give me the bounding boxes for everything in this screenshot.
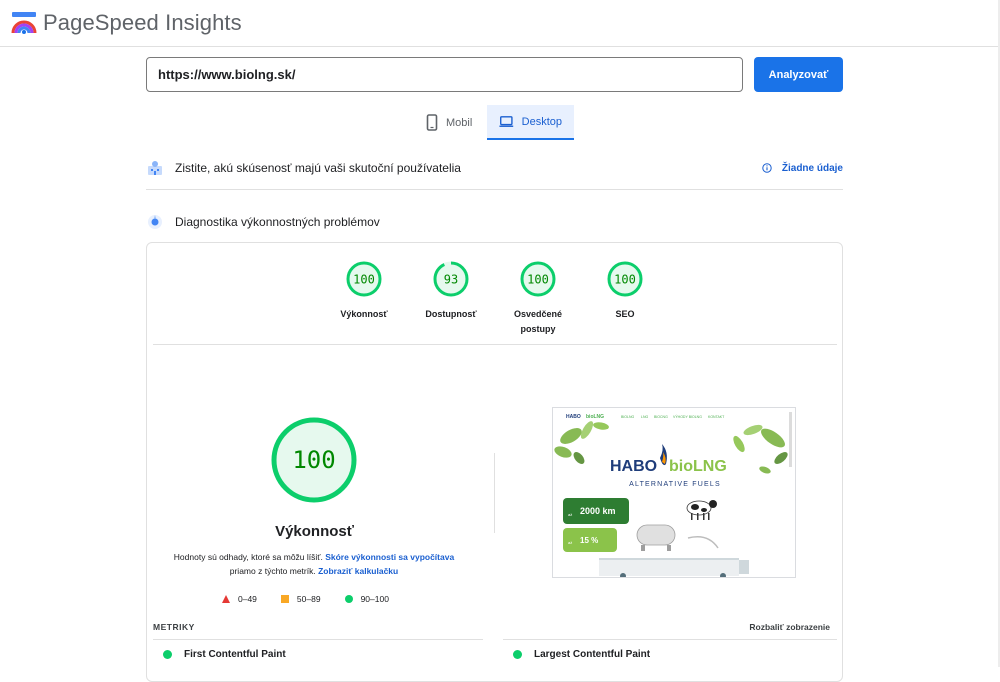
- score-gauge-seo[interactable]: 100 SEO: [580, 260, 670, 322]
- score-ring: 100: [346, 261, 382, 297]
- truck-illustration: [599, 558, 749, 577]
- legend-item-good: 90–100: [344, 594, 389, 604]
- pass-circle-icon: [513, 650, 522, 659]
- metric-fcp[interactable]: First Contentful Paint: [163, 649, 286, 660]
- site-nav-item: KONTAKT: [708, 415, 725, 419]
- pass-circle-icon: [344, 595, 353, 603]
- badge-prefix: až: [568, 540, 572, 545]
- score-ring: 100: [520, 261, 556, 297]
- badge-distance: 2000 km: [580, 506, 616, 516]
- site-hero-brand-left: HABO: [610, 458, 657, 475]
- url-input[interactable]: [146, 57, 743, 92]
- site-hero-brand-right: bioLNG: [669, 458, 727, 475]
- metrics-divider-left: [153, 639, 483, 640]
- performance-score-value: 100: [292, 446, 335, 474]
- score-legend: 0–49 50–89 90–100: [222, 594, 422, 604]
- score-gauge-best-practices[interactable]: 100 Osvedčené postupy: [493, 260, 583, 337]
- metric-label: Largest Contentful Paint: [534, 649, 651, 660]
- pagespeed-logo-icon[interactable]: [11, 11, 37, 35]
- tab-desktop-label: Desktop: [521, 115, 562, 128]
- legend-range: 0–49: [238, 594, 257, 604]
- legend-item-poor: 0–49: [222, 594, 257, 604]
- score-value: 100: [353, 273, 375, 287]
- score-label: Osvedčené postupy: [513, 309, 563, 334]
- metrics-heading: METRIKY: [153, 622, 195, 632]
- real-users-heading: Zistite, akú skúsenosť majú vaši skutočn…: [175, 161, 461, 175]
- tab-mobile[interactable]: Mobil: [414, 105, 487, 140]
- site-tagline: ALTERNATIVE FUELS: [629, 481, 721, 488]
- score-value: 93: [444, 273, 458, 287]
- diagnostics-heading: Diagnostika výkonnostných problémov: [175, 215, 380, 229]
- score-ring: 93: [433, 261, 469, 297]
- performance-gauge-large: 100: [271, 417, 357, 503]
- score-calc-link[interactable]: Skóre výkonnosti sa vypočítava: [325, 552, 454, 562]
- users-building-icon: [146, 159, 164, 177]
- desc-text-2: priamo z týchto metrík.: [229, 566, 316, 576]
- performance-title: Výkonnosť: [275, 523, 354, 540]
- site-logo-text-right: bioLNG: [586, 414, 604, 420]
- app-title[interactable]: PageSpeed Insights: [43, 10, 242, 36]
- lab-flask-icon: [146, 213, 164, 231]
- section-divider: [146, 189, 843, 190]
- badge-prefix: až: [568, 512, 572, 517]
- analyze-button[interactable]: Analyzovať: [754, 57, 843, 92]
- final-screenshot[interactable]: HABO bioLNG BIOLNG LNG BIOCNG VÝHODY BIO…: [552, 407, 796, 578]
- tab-mobile-label: Mobil: [446, 116, 473, 129]
- score-label: Dostupnosť: [425, 309, 477, 319]
- score-gauge-accessibility[interactable]: 93 Dostupnosť: [406, 260, 496, 322]
- laptop-icon: [499, 116, 514, 127]
- desc-text-1: Hodnoty sú odhady, ktoré sa môžu líšiť.: [173, 552, 323, 562]
- vertical-divider: [494, 453, 495, 533]
- pass-circle-icon: [163, 650, 172, 659]
- expand-view-toggle[interactable]: Rozbaliť zobrazenie: [749, 622, 830, 632]
- average-square-icon: [280, 595, 289, 603]
- diagnostics-section: Diagnostika výkonnostných problémov: [146, 212, 843, 232]
- fail-triangle-icon: [222, 595, 230, 603]
- score-value: 100: [527, 273, 549, 287]
- metric-label: First Contentful Paint: [184, 649, 286, 660]
- score-ring: 100: [607, 261, 643, 297]
- site-nav-item: VÝHODY BIOLNG: [673, 415, 702, 419]
- card-divider: [153, 344, 837, 345]
- legend-item-average: 50–89: [280, 594, 321, 604]
- view-calculator-link[interactable]: Zobraziť kalkulačku: [318, 566, 398, 576]
- info-icon: [762, 163, 772, 173]
- legend-range: 90–100: [360, 594, 389, 604]
- site-logo-text: HABO: [566, 414, 581, 420]
- no-data-label: Žiadne údaje: [781, 162, 843, 174]
- score-gauge-performance[interactable]: 100 Výkonnosť: [319, 260, 409, 322]
- smartphone-icon: [426, 114, 438, 131]
- performance-description: Hodnoty sú odhady, ktoré sa môžu líšiť. …: [169, 550, 459, 578]
- site-nav-item: LNG: [641, 415, 648, 419]
- site-nav-item: BIOCNG: [654, 415, 668, 419]
- site-nav-item: BIOLNG: [621, 415, 635, 419]
- legend-range: 50–89: [296, 594, 321, 604]
- report-card: 100 Výkonnosť 93 Dostupnosť 100 Osvedčen…: [146, 242, 843, 682]
- score-label: Výkonnosť: [340, 309, 388, 319]
- top-bar: PageSpeed Insights: [0, 0, 998, 47]
- score-value: 100: [614, 273, 636, 287]
- real-users-section: Zistite, akú skúsenosť majú vaši skutočn…: [146, 158, 843, 178]
- metrics-divider-right: [503, 639, 837, 640]
- score-label: SEO: [615, 309, 635, 319]
- tab-desktop[interactable]: Desktop: [487, 105, 574, 140]
- badge-percent: 15 %: [580, 536, 598, 545]
- no-data-link[interactable]: Žiadne údaje: [762, 163, 843, 174]
- metric-lcp[interactable]: Largest Contentful Paint: [513, 649, 650, 660]
